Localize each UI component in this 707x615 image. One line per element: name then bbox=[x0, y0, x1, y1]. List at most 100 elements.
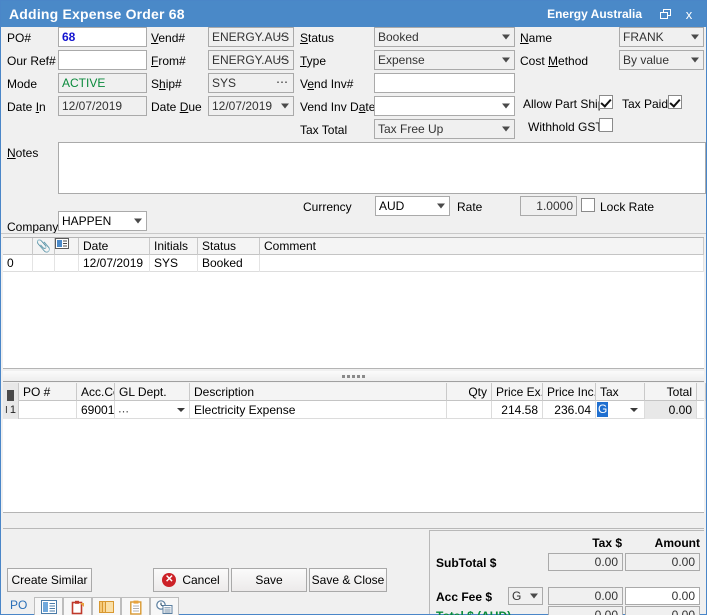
vend-inv-date-select[interactable] bbox=[374, 96, 515, 116]
name-label: Name bbox=[520, 31, 552, 45]
history-icon bbox=[156, 600, 173, 614]
from-lookup-icon[interactable]: ⋯ bbox=[276, 50, 289, 68]
mode-label: Mode bbox=[7, 77, 37, 91]
date-in-field[interactable]: 12/07/2019 bbox=[58, 96, 147, 116]
currency-select[interactable]: AUD bbox=[375, 196, 450, 216]
cancel-button[interactable]: ✕ Cancel bbox=[153, 568, 229, 592]
bottom-tab-strip: PO bbox=[5, 597, 179, 615]
cancel-icon: ✕ bbox=[162, 573, 176, 587]
date-in-label: Date In bbox=[7, 100, 46, 114]
totals-panel: Tax $ Amount SubTotal $ 0.00 0.00 Acc Fe… bbox=[429, 530, 704, 614]
line-cell-price-inc[interactable]: 236.04 bbox=[543, 401, 596, 419]
restore-window-button[interactable] bbox=[654, 4, 676, 24]
ship-number-field[interactable]: SYS ⋯ bbox=[208, 73, 294, 93]
select-all-triangle-icon bbox=[7, 388, 14, 401]
rate-field[interactable]: 1.0000 bbox=[520, 196, 577, 216]
lock-rate-label: Lock Rate bbox=[600, 200, 654, 214]
acc-fee-amount-field[interactable]: 0.00 bbox=[625, 587, 700, 605]
save-and-close-label: Save & Close bbox=[312, 573, 385, 587]
save-button[interactable]: Save bbox=[231, 568, 307, 592]
withhold-gst-checkbox[interactable] bbox=[599, 118, 613, 132]
history-col-initials: Initials bbox=[150, 238, 198, 255]
line-cell-tax[interactable]: G bbox=[596, 401, 645, 419]
name-select[interactable]: FRANK bbox=[619, 27, 704, 47]
close-window-button[interactable]: x bbox=[678, 4, 700, 24]
chevron-down-icon bbox=[502, 35, 510, 40]
table-row[interactable]: 0 12/07/2019 SYS Booked bbox=[3, 255, 704, 272]
line-cell-po[interactable] bbox=[19, 401, 77, 419]
chevron-down-icon bbox=[530, 594, 538, 599]
date-due-field[interactable]: 12/07/2019 bbox=[208, 96, 294, 116]
line-col-gl-dept: GL Dept. bbox=[115, 383, 190, 401]
subtotal-amount-field: 0.00 bbox=[625, 553, 700, 571]
save-label: Save bbox=[255, 573, 282, 587]
lock-rate-checkbox[interactable] bbox=[581, 198, 595, 212]
history-cell-note bbox=[55, 255, 79, 272]
tab-details-button[interactable] bbox=[34, 597, 63, 615]
mode-field: ACTIVE bbox=[58, 73, 147, 93]
chevron-down-icon[interactable] bbox=[177, 408, 185, 412]
paperclip-icon: 📎 bbox=[36, 239, 51, 253]
chevron-down-icon bbox=[502, 104, 510, 109]
status-select[interactable]: Booked bbox=[374, 27, 515, 47]
tab-copy-pages-button[interactable] bbox=[92, 597, 121, 615]
currency-value: AUD bbox=[379, 199, 404, 213]
create-similar-button[interactable]: Create Similar bbox=[7, 568, 92, 592]
line-cell-price-ex[interactable]: 214.58 bbox=[492, 401, 543, 419]
line-col-po: PO # bbox=[19, 383, 77, 401]
cost-method-select[interactable]: By value bbox=[619, 50, 704, 70]
tab-po[interactable]: PO bbox=[5, 597, 34, 615]
ship-lookup-icon[interactable]: ⋯ bbox=[276, 73, 289, 91]
vend-number-field[interactable]: ENERGY.AUS ⋯ bbox=[208, 27, 294, 47]
line-cell-acc-code[interactable]: 69001 bbox=[77, 401, 115, 419]
allow-part-ship-checkbox[interactable] bbox=[599, 95, 613, 109]
line-cell-description[interactable]: Electricity Expense bbox=[190, 401, 447, 419]
acc-fee-tax-code-select[interactable]: G bbox=[508, 587, 543, 605]
acc-fee-tax-field[interactable]: 0.00 bbox=[548, 587, 623, 605]
allow-part-ship-label: Allow Part Ship bbox=[523, 97, 604, 111]
grand-total-label: Total $ (AUD) bbox=[436, 609, 511, 615]
history-col-comment: Comment bbox=[260, 238, 704, 255]
history-grid: 📎 Date Initials Status Comment 0 12/07/2… bbox=[3, 237, 704, 369]
history-cell-comment bbox=[260, 255, 704, 272]
subtotal-tax-field: 0.00 bbox=[548, 553, 623, 571]
tax-paid-checkbox[interactable] bbox=[668, 95, 682, 109]
create-similar-label: Create Similar bbox=[11, 573, 87, 587]
vend-lookup-icon[interactable]: ⋯ bbox=[276, 27, 289, 45]
text-cursor-icon: I bbox=[5, 405, 8, 416]
from-number-field[interactable]: ENERGY.AUS ⋯ bbox=[208, 50, 294, 70]
tab-clipboard-button[interactable] bbox=[121, 597, 150, 615]
save-and-close-button[interactable]: Save & Close bbox=[309, 568, 387, 592]
tab-history-button[interactable] bbox=[150, 597, 179, 615]
line-col-selector[interactable] bbox=[3, 383, 19, 401]
currency-label: Currency bbox=[303, 200, 352, 214]
chevron-down-icon bbox=[691, 58, 699, 63]
chevron-down-icon bbox=[437, 204, 445, 209]
po-number-label: PO# bbox=[7, 31, 31, 45]
line-col-acc-code: Acc.Code bbox=[77, 383, 115, 401]
tax-total-label: Tax Total bbox=[300, 123, 347, 137]
history-col-note bbox=[55, 238, 79, 255]
notes-label: Notes bbox=[7, 146, 38, 160]
chevron-down-icon[interactable] bbox=[630, 408, 638, 412]
window-title: Adding Expense Order 68 bbox=[9, 6, 185, 22]
company-select[interactable]: HAPPEN bbox=[58, 211, 147, 231]
line-cell-spacer bbox=[697, 401, 706, 419]
copy-pages-icon bbox=[99, 600, 115, 614]
type-label: Type bbox=[300, 54, 326, 68]
vend-inv-number-field[interactable] bbox=[374, 73, 515, 93]
table-row[interactable]: I 1 69001 Electricity Expense 214.58 236… bbox=[3, 401, 704, 419]
tab-clipboard-red-button[interactable] bbox=[63, 597, 92, 615]
history-cell-initials: SYS bbox=[150, 255, 198, 272]
po-number-field[interactable]: 68 bbox=[58, 27, 147, 47]
grid-splitter[interactable] bbox=[3, 371, 704, 382]
notes-textarea[interactable] bbox=[58, 142, 706, 194]
row-marker[interactable]: I 1 bbox=[3, 401, 19, 419]
our-ref-field[interactable] bbox=[58, 50, 147, 70]
line-cell-qty[interactable] bbox=[447, 401, 492, 419]
tax-total-select[interactable]: Tax Free Up bbox=[374, 119, 515, 139]
line-col-tax: Tax bbox=[596, 383, 645, 401]
acc-code-lookup-icon[interactable]: ⋯ bbox=[118, 405, 130, 418]
type-select[interactable]: Expense bbox=[374, 50, 515, 70]
history-col-date: Date bbox=[79, 238, 150, 255]
